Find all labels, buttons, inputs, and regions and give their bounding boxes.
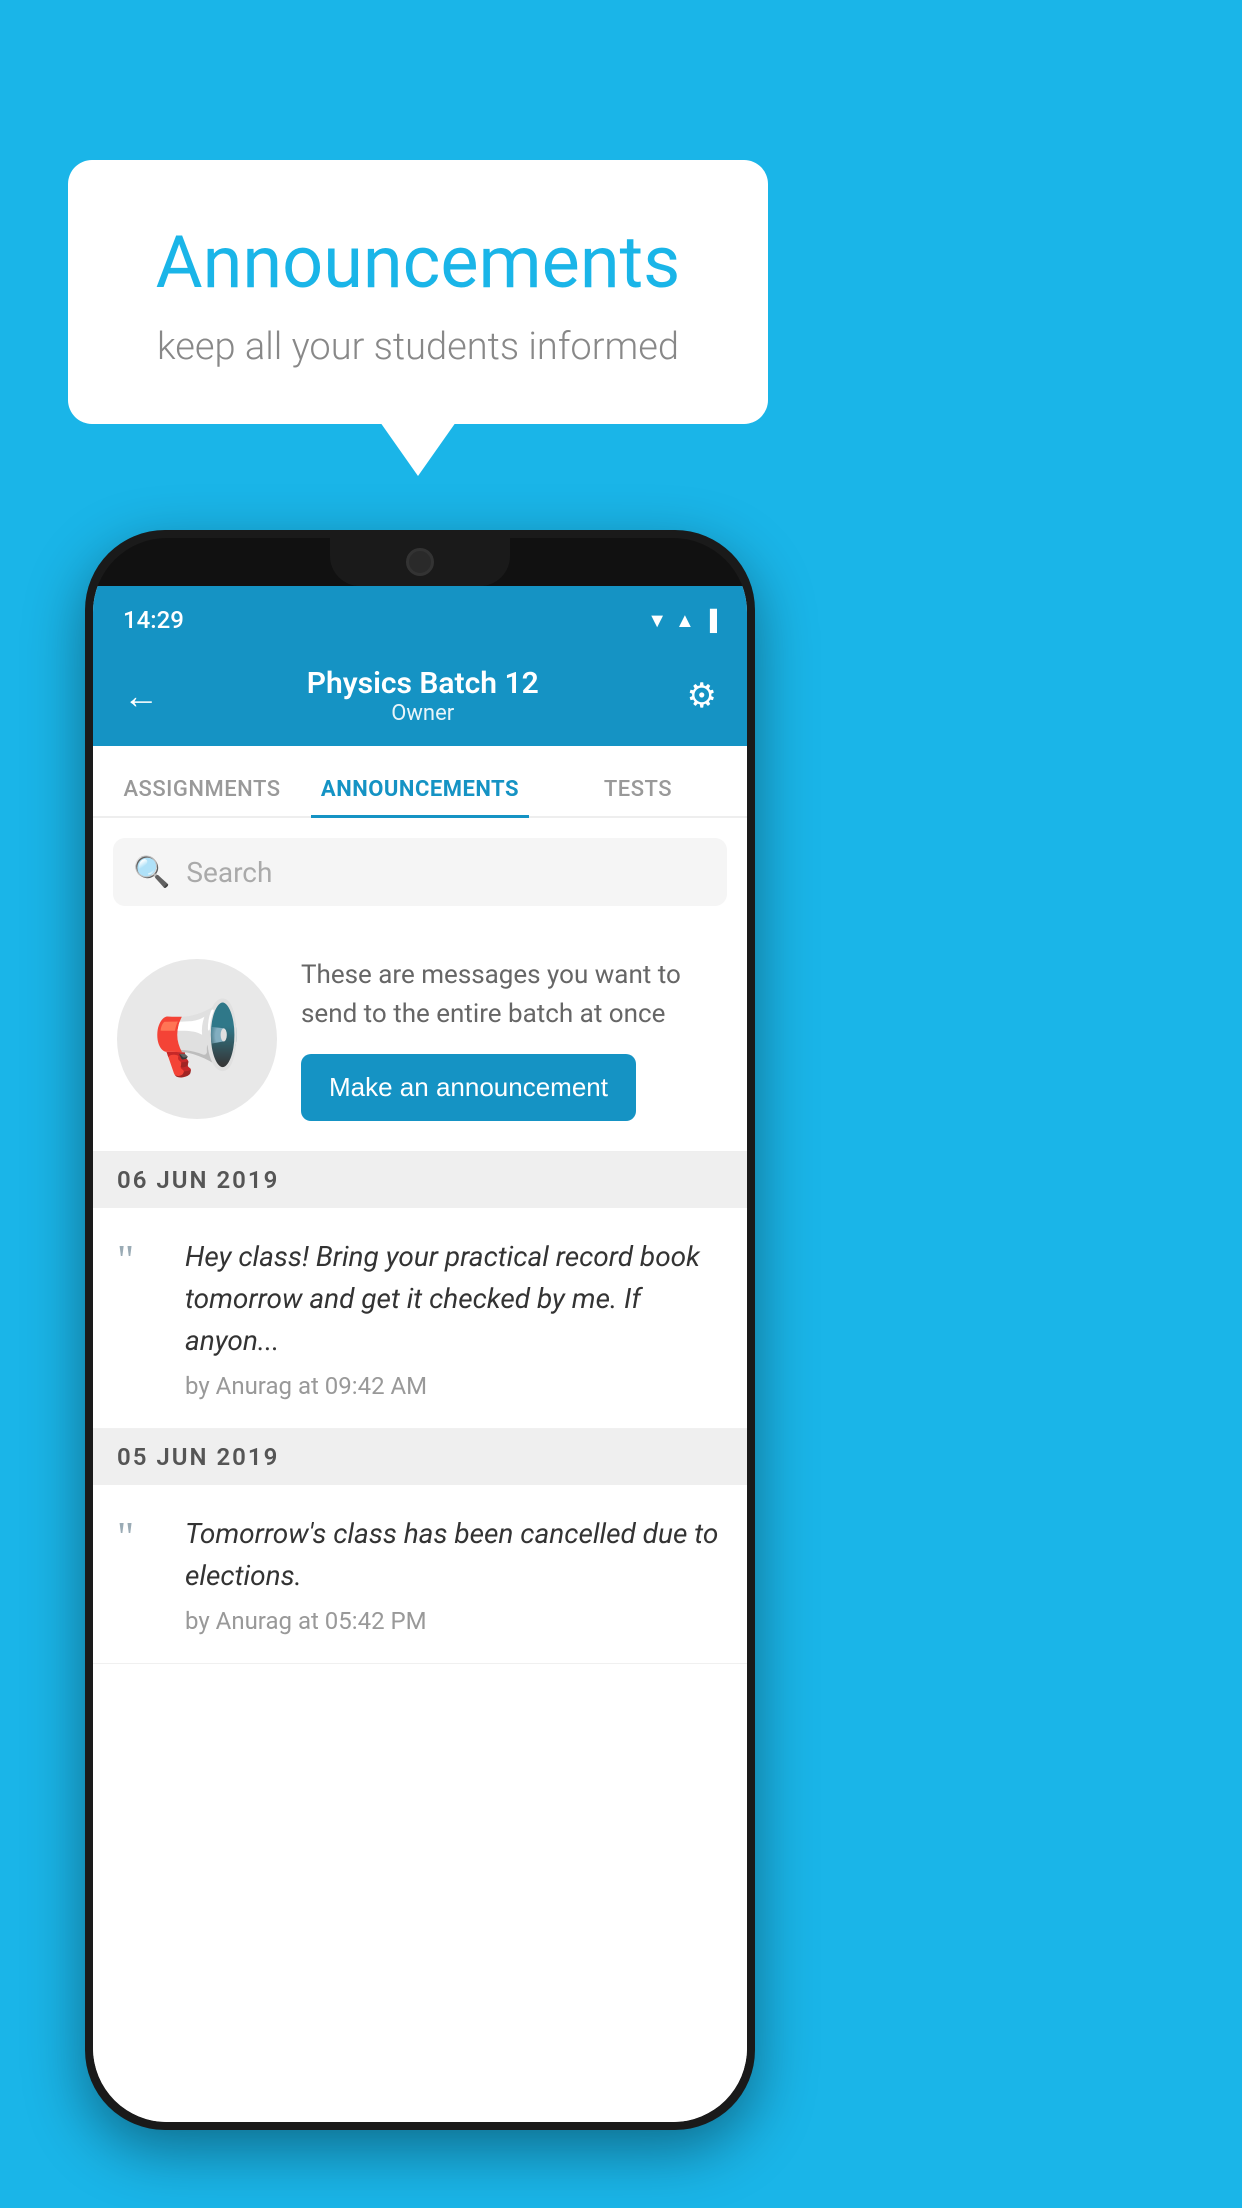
quote-icon-2: " [117,1517,165,1559]
battery-icon: ▐ [703,608,717,633]
prompt-text: These are messages you want to send to t… [301,956,723,1034]
status-bar: 14:29 ▼ ▲ ▐ [93,586,747,646]
megaphone-icon: 📢 [152,996,242,1081]
date-header-2: 05 JUN 2019 [93,1429,747,1485]
announcement-text-2: Tomorrow's class has been cancelled due … [185,1513,723,1597]
announcement-content-2: Tomorrow's class has been cancelled due … [185,1513,723,1635]
quote-icon-1: " [117,1240,165,1282]
phone-frame: 14:29 ▼ ▲ ▐ ← Physics Batch 12 Owner ⚙ A… [85,530,755,2130]
app-bar-title: Physics Batch 12 [307,666,539,701]
announcement-item-1[interactable]: " Hey class! Bring your practical record… [93,1208,747,1429]
speech-bubble-title: Announcements [118,220,718,305]
date-header-1: 06 JUN 2019 [93,1152,747,1208]
app-bar-title-wrap: Physics Batch 12 Owner [307,666,539,726]
speech-bubble-subtitle: keep all your students informed [118,325,718,369]
prompt-right: These are messages you want to send to t… [301,956,723,1121]
make-announcement-button[interactable]: Make an announcement [301,1054,636,1121]
app-bar: ← Physics Batch 12 Owner ⚙ [93,646,747,746]
app-bar-subtitle: Owner [307,701,539,726]
speech-bubble: Announcements keep all your students inf… [68,160,768,424]
content-area: 🔍 Search 📢 These are messages you want t… [93,818,747,2122]
search-placeholder: Search [186,856,272,889]
announcement-meta-2: by Anurag at 05:42 PM [185,1607,723,1635]
tab-assignments[interactable]: ASSIGNMENTS [93,777,311,816]
announcement-item-2[interactable]: " Tomorrow's class has been cancelled du… [93,1485,747,1664]
wifi-icon: ▼ [647,608,667,633]
phone-inner: 14:29 ▼ ▲ ▐ ← Physics Batch 12 Owner ⚙ A… [93,538,747,2122]
tabs-bar: ASSIGNMENTS ANNOUNCEMENTS TESTS [93,746,747,818]
settings-icon[interactable]: ⚙ [687,676,717,716]
search-bar[interactable]: 🔍 Search [113,838,727,906]
announcement-text-1: Hey class! Bring your practical record b… [185,1236,723,1362]
phone-camera [406,548,434,576]
status-icons: ▼ ▲ ▐ [647,608,717,633]
signal-icon: ▲ [675,608,695,633]
announcement-content-1: Hey class! Bring your practical record b… [185,1236,723,1400]
status-time: 14:29 [123,606,184,634]
megaphone-circle: 📢 [117,959,277,1119]
phone-screen: 14:29 ▼ ▲ ▐ ← Physics Batch 12 Owner ⚙ A… [93,586,747,2122]
announcement-meta-1: by Anurag at 09:42 AM [185,1372,723,1400]
tab-announcements[interactable]: ANNOUNCEMENTS [311,777,529,816]
back-button[interactable]: ← [123,675,159,717]
announcement-prompt: 📢 These are messages you want to send to… [93,926,747,1152]
phone-notch [330,538,510,586]
tab-tests[interactable]: TESTS [529,777,747,816]
search-icon: 🔍 [133,855,170,890]
